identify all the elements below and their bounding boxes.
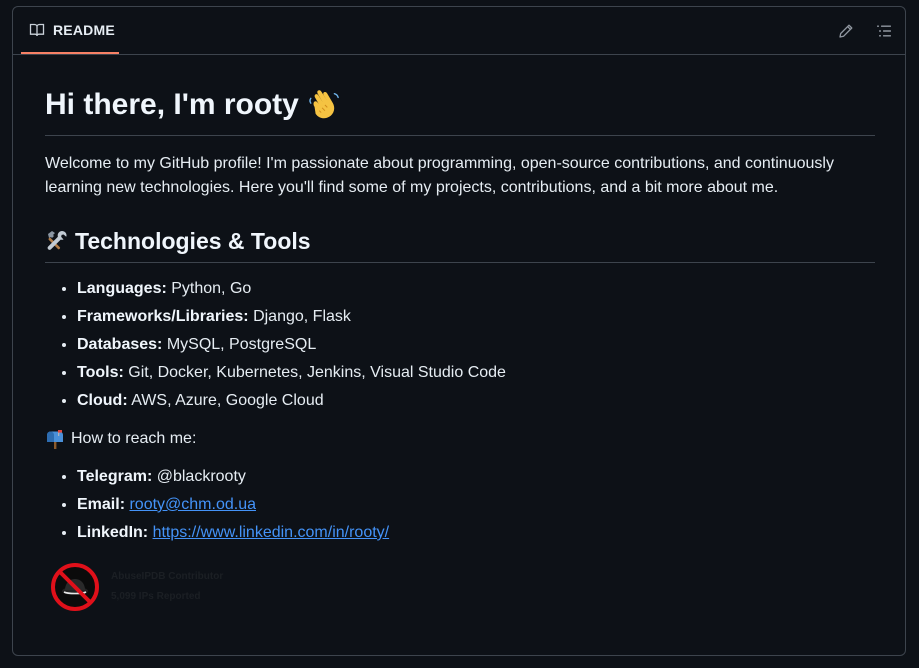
list-item-label: Frameworks/Libraries: <box>77 308 249 325</box>
tech-list: Languages: Python, Go Frameworks/Librari… <box>45 277 875 413</box>
list-item: Telegram: @blackrooty <box>77 465 875 489</box>
linkedin-label: LinkedIn: <box>77 524 149 541</box>
list-item-label: Cloud: <box>77 392 128 409</box>
list-item: Email: rooty@chm.od.ua <box>77 493 875 517</box>
outline-button[interactable] <box>873 20 895 42</box>
telegram-value: @blackrooty <box>152 468 246 485</box>
contact-list: Telegram: @blackrooty Email: rooty@chm.o… <box>45 465 875 545</box>
list-item-value: Python, Go <box>166 280 252 297</box>
email-label: Email: <box>77 496 126 513</box>
readme-header: README <box>13 7 905 55</box>
abuseipdb-badge[interactable]: AbuseIPDB Contributor 5,099 IPs Reported <box>45 559 875 615</box>
mailbox-icon <box>47 430 63 449</box>
badge-line-1: AbuseIPDB Contributor <box>111 571 224 582</box>
list-item-label: Tools: <box>77 364 124 381</box>
reach-text: How to reach me: <box>71 430 197 447</box>
list-item: Cloud: AWS, Azure, Google Cloud <box>77 389 875 413</box>
list-item-value: AWS, Azure, Google Cloud <box>127 392 324 409</box>
readme-panel: README Hi there, I'm rooty Welcome to my… <box>12 6 906 656</box>
reach-heading: How to reach me: <box>45 427 875 451</box>
list-item: Frameworks/Libraries: Django, Flask <box>77 305 875 329</box>
book-icon <box>29 23 45 36</box>
list-item: Languages: Python, Go <box>77 277 875 301</box>
badge-text: AbuseIPDB Contributor 5,099 IPs Reported <box>111 567 223 607</box>
readme-tab[interactable]: README <box>21 7 119 54</box>
readme-title-text: Hi there, I'm rooty <box>45 88 299 121</box>
telegram-label: Telegram: <box>77 468 153 485</box>
waving-hand-icon <box>309 90 339 119</box>
list-item: Databases: MySQL, PostgreSQL <box>77 333 875 357</box>
list-item-label: Languages: <box>77 280 167 297</box>
intro-paragraph: Welcome to my GitHub profile! I'm passio… <box>45 155 834 196</box>
tech-heading-text: Technologies & Tools <box>75 228 311 254</box>
list-item-value: MySQL, PostgreSQL <box>162 336 317 353</box>
pencil-icon <box>839 24 853 38</box>
header-actions <box>835 20 895 42</box>
list-item-value: Django, Flask <box>248 308 351 325</box>
readme-content: Hi there, I'm rooty Welcome to my GitHub… <box>45 69 875 615</box>
list-item: Tools: Git, Docker, Kubernetes, Jenkins,… <box>77 361 875 385</box>
list-item-value: Git, Docker, Kubernetes, Jenkins, Visual… <box>123 364 506 381</box>
email-link[interactable]: rooty@chm.od.ua <box>129 496 256 513</box>
hammer-wrench-icon <box>47 231 67 250</box>
list-item-label: Databases: <box>77 336 163 353</box>
readme-tab-label: README <box>53 21 115 38</box>
list-icon <box>877 25 891 37</box>
readme-title: Hi there, I'm rooty <box>45 69 875 136</box>
abuseipdb-logo-icon <box>51 563 99 611</box>
list-item: LinkedIn: https://www.linkedin.com/in/ro… <box>77 521 875 545</box>
badge-line-2: 5,099 IPs Reported <box>111 591 201 602</box>
tech-heading: Technologies & Tools <box>45 226 875 263</box>
linkedin-link[interactable]: https://www.linkedin.com/in/rooty/ <box>153 524 390 541</box>
edit-button[interactable] <box>835 20 857 42</box>
